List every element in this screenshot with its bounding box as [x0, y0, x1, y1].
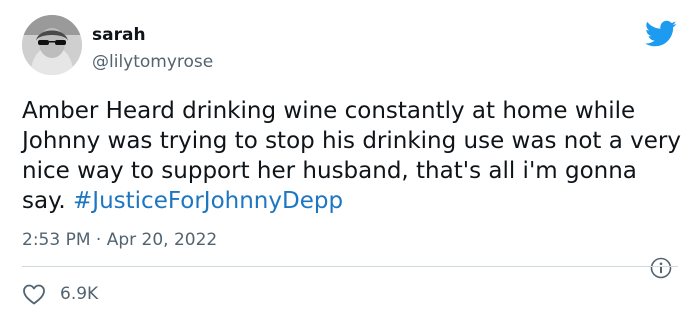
divider: [22, 266, 678, 267]
twitter-bird-icon[interactable]: [645, 20, 677, 48]
tweet-timestamp[interactable]: 2:53 PM · Apr 20, 2022: [22, 230, 217, 250]
tweet-card: sarah @lilytomyrose Amber Heard drinking…: [0, 0, 700, 319]
tweet-text: Amber Heard drinking wine constantly at …: [22, 96, 682, 216]
user-handle[interactable]: @lilytomyrose: [92, 52, 213, 72]
heart-icon[interactable]: [22, 283, 46, 305]
display-name[interactable]: sarah: [92, 25, 146, 45]
like-action[interactable]: 6.9K: [22, 282, 98, 306]
avatar-image: [22, 15, 82, 75]
hashtag-link[interactable]: #JusticeForJohnnyDepp: [73, 188, 343, 214]
info-icon[interactable]: [650, 257, 672, 279]
avatar[interactable]: [22, 15, 82, 75]
like-count: 6.9K: [60, 284, 99, 304]
